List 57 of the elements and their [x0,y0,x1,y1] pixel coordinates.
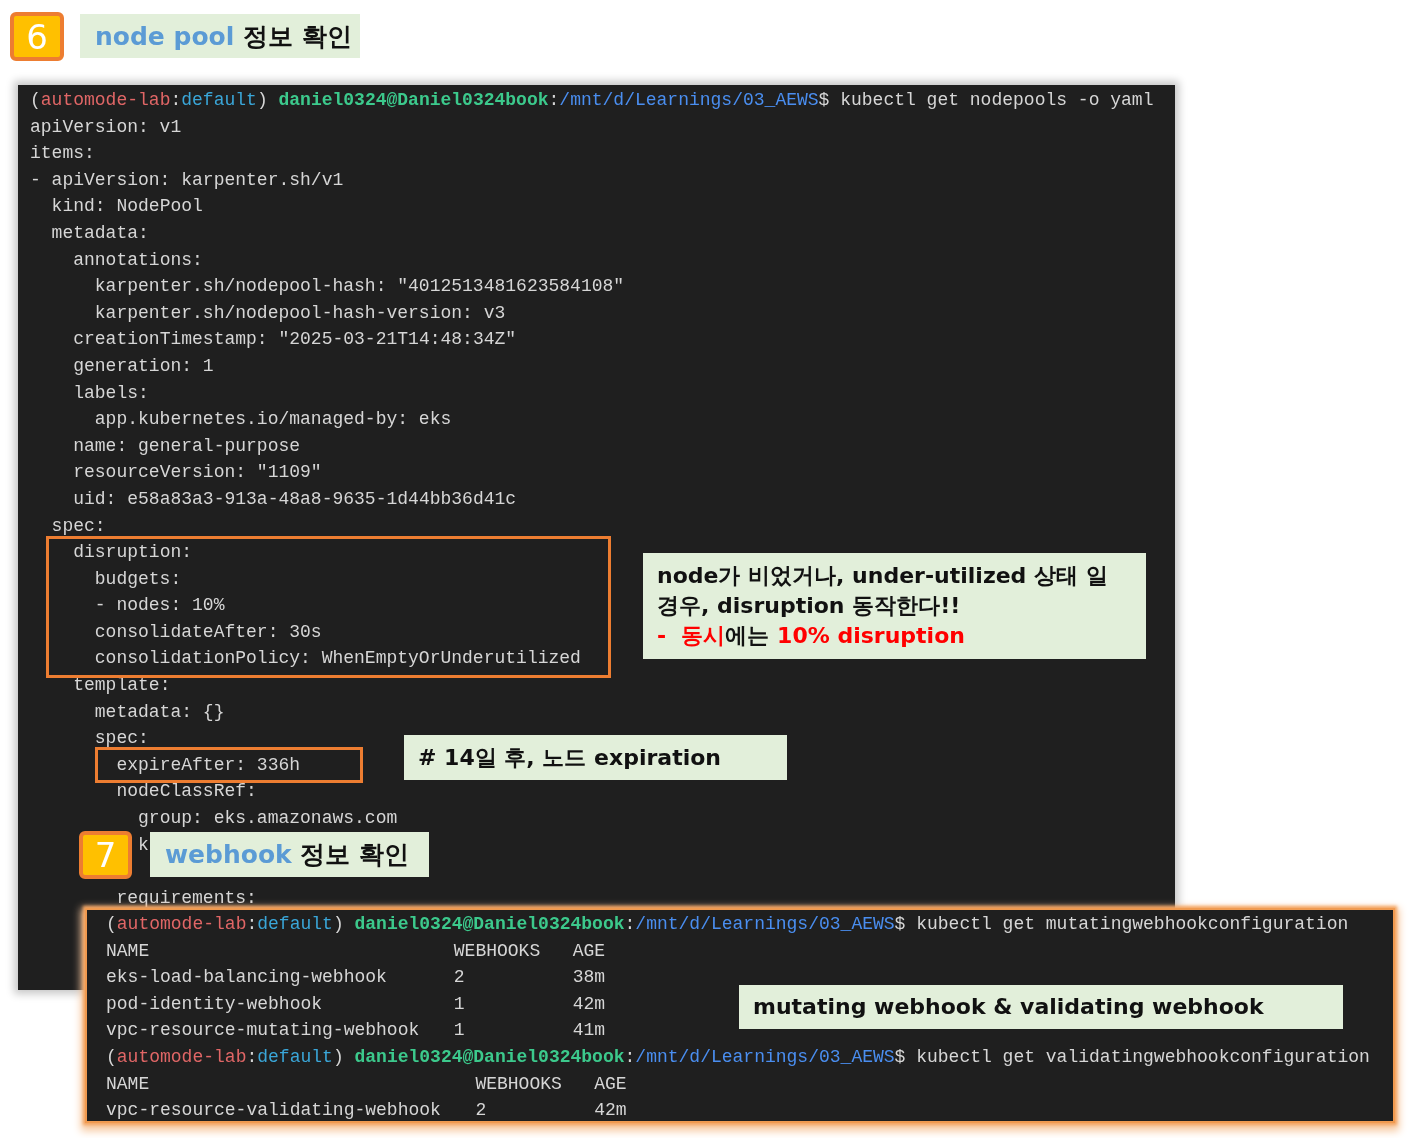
table-cell-text: 41m [572,1019,606,1043]
terminal-line: (automode-lab:default) daniel0324@Daniel0324book:/mnt/d/Learnings/03_AEWS$ kubectl get validatingwebhookconfiguration [106,1045,1370,1069]
terminal-line: - apiVersion: karpenter.sh/v1 [30,169,344,190]
terminal-line: consolidateAfter: 30s [94,621,322,642]
step-badge: 6 [10,12,64,61]
step-badge: 7 [79,831,132,879]
terminal-line: disruption: [73,542,193,563]
section-title: node pool 정보 확인 [80,14,360,58]
terminal-line: creationTimestamp: "2025-03-21T14:48:34Z" [73,329,517,350]
column-header: NAME [106,1072,150,1096]
terminal-line: resourceVersion: "1109" [73,462,322,483]
column-header: AGE [594,1072,627,1096]
terminal-line: - nodes: 10% [94,595,225,616]
column-header: AGE [572,939,606,963]
terminal-line: apiVersion: v1 [30,116,182,137]
terminal-line: metadata: {} [94,701,225,722]
terminal-line: k [138,834,149,855]
column-header: NAME [106,939,150,963]
terminal-line: expireAfter: 336h [116,754,301,775]
table-cell-text: eks-load-balancing-webhook [106,966,387,990]
annotation-note: mutating webhook & validating webhook [739,985,1343,1029]
terminal-line: kind: NodePool [51,196,203,217]
section-title: webhook 정보 확인 [150,832,429,877]
terminal-line: karpenter.sh/nodepool-hash-version: v3 [94,302,506,323]
table-cell-text: 1 [453,992,465,1016]
terminal-line: group: eks.amazonaws.com [138,808,398,829]
table-cell-text: 2 [475,1099,487,1123]
table-cell-text: pod-identity-webhook [106,992,323,1016]
table-cell-text: 42m [572,992,606,1016]
table-cell-text: 2 [453,966,465,990]
terminal-line: requirements: [116,887,257,908]
terminal-line: spec: [94,728,149,749]
terminal-line: items: [30,143,95,164]
terminal-line: nodeClassRef: [116,781,257,802]
terminal-line: app.kubernetes.io/managed-by: eks [94,409,452,430]
table-cell-text: 1 [453,1019,465,1043]
terminal-line: (automode-lab:default) daniel0324@Daniel0324book:/mnt/d/Learnings/03_AEWS$ kubectl get mutatingwebhookconfiguration [106,913,1349,936]
column-header: WEBHOOKS [475,1072,562,1096]
terminal-line: uid: e58a83a3-913a-48a8-9635-1d44bb36d41c [73,488,517,509]
table-cell-text: vpc-resource-validating-webhook [106,1099,441,1123]
terminal-line: name: general-purpose [73,435,301,456]
terminal-line: (automode-lab:default) daniel0324@Daniel0324book:/mnt/d/Learnings/03_AEWS$ kubectl get nodepools -o yaml [30,89,1154,112]
table-cell-text: vpc-resource-mutating-webhook [106,1019,420,1043]
table-cell-text: 38m [572,966,606,990]
annotation-note: node가 비었거나, under-utilized 상태 일 경우, disruption 동작한다!! - 동시에는 10% disruption [643,553,1146,659]
terminal-line: budgets: [94,568,182,589]
column-header: WEBHOOKS [453,939,541,963]
annotation-note: # 14일 후, 노드 expiration [404,735,787,780]
terminal-line: metadata: [51,222,149,243]
terminal-line: annotations: [73,249,203,270]
terminal-line: template: [73,675,171,696]
terminal-line: karpenter.sh/nodepool-hash: "4012513481623584108" [94,276,625,297]
terminal-line: labels: [73,382,149,403]
terminal-line: consolidationPolicy: WhenEmptyOrUnderutilized [94,648,581,669]
terminal-line: generation: 1 [73,355,214,376]
terminal-line: spec: [51,515,106,536]
table-cell-text: 42m [594,1099,627,1123]
